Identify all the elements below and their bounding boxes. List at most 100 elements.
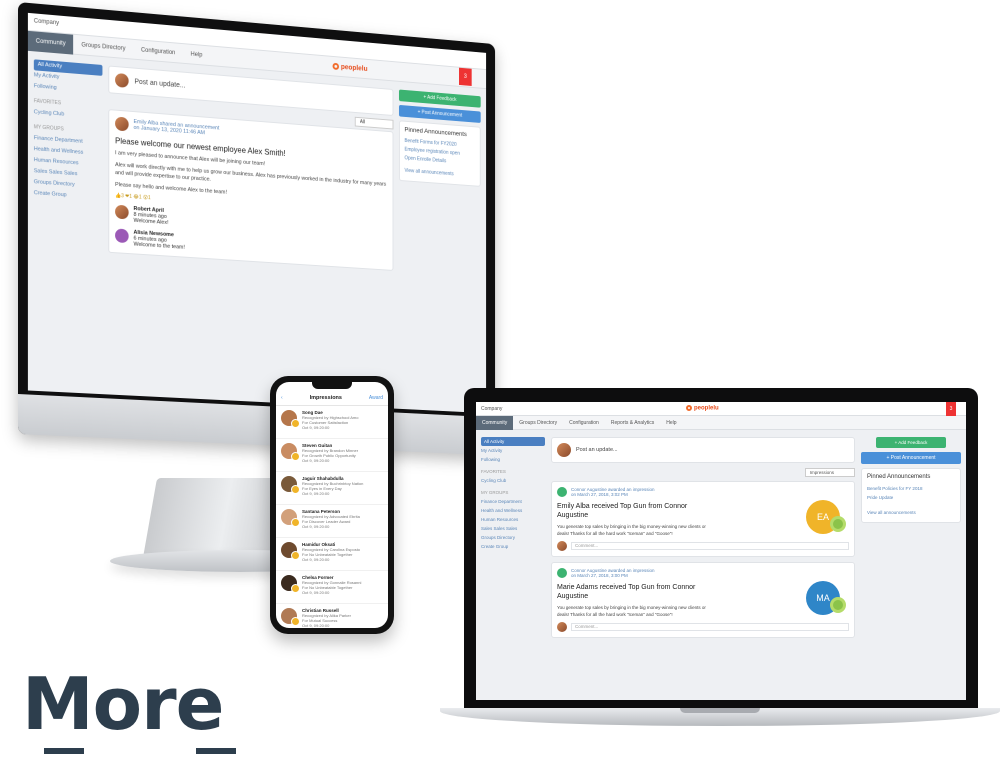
- sidebar: All Activity My Activity Following FAVOR…: [33, 59, 103, 258]
- post-update-box[interactable]: Post an update...: [551, 437, 855, 463]
- comment-text: Welcome Alex!: [133, 217, 169, 227]
- post-date: on March 27, 2018, 3:02 PM: [571, 492, 628, 497]
- comment-input[interactable]: Comment...: [571, 623, 849, 631]
- list-item[interactable]: Song Dae Recognized by Highschool Amo For …: [276, 406, 388, 439]
- favorites-header: FAVORITES: [481, 469, 506, 474]
- impression-date: Oct 9, 09:20:00: [302, 491, 330, 496]
- monitor-frame: Company 3 Community Groups Directory Con…: [18, 2, 496, 456]
- impressions-list: Song Dae Recognized by Highschool Amo For …: [276, 406, 388, 628]
- post-update-placeholder[interactable]: Post an update...: [576, 447, 618, 453]
- impression-date: Oct 9, 09:20:00: [302, 590, 330, 595]
- sidebar-item-health[interactable]: Health and Wellness: [481, 506, 545, 515]
- brand-logo-icon: [332, 62, 340, 70]
- avatar: [115, 72, 129, 88]
- tab-configuration[interactable]: Configuration: [133, 39, 183, 63]
- tab-reports[interactable]: Reports & Analytics: [605, 416, 660, 430]
- list-item[interactable]: Jaguir Shahabdulla Recognized by Buchrinb…: [276, 472, 388, 505]
- announcement-post: Emily Alba shared an announcement on Jan…: [108, 109, 394, 271]
- tab-community[interactable]: Community: [476, 415, 514, 430]
- pinned-title: Pinned Announcements: [867, 474, 931, 480]
- view-all-link[interactable]: View all announcements: [404, 167, 475, 181]
- avatar: [557, 541, 567, 551]
- list-item[interactable]: Christian Russell Recognized by Alika Par…: [276, 604, 388, 628]
- list-item[interactable]: Hamidur Oksati Recognized by Carolina Esp…: [276, 538, 388, 571]
- sidebar-item-groups-directory[interactable]: Groups Directory: [481, 533, 545, 542]
- pinned-link[interactable]: Benefit Policies for FY 2018: [867, 484, 955, 493]
- activity-feed: Post an update... Impressions Connor Aug…: [551, 437, 855, 643]
- post-title: Emily Alba received Top Gun from Connor …: [557, 503, 688, 519]
- brand-logo: peoplelu: [686, 405, 719, 412]
- tab-groups-directory[interactable]: Groups Directory: [513, 416, 563, 430]
- impression-date: Oct 9, 09:20:00: [302, 557, 330, 562]
- impression-date: Oct 9, 09:20:00: [302, 524, 330, 529]
- impression-date: Oct 9, 09:20:00: [302, 623, 330, 628]
- impression-date: Oct 9, 09:20:00: [302, 425, 330, 430]
- monitor-screen: Company 3 Community Groups Directory Con…: [27, 12, 487, 414]
- list-item[interactable]: Santana Peterson Recognized by Advocated …: [276, 505, 388, 538]
- sidebar-item-hr[interactable]: Human Resources: [481, 515, 545, 524]
- main-nav: Community Groups Directory Configuration…: [476, 415, 966, 430]
- avatar: [281, 476, 300, 494]
- post-title: Marie Adams received Top Gun from Connor…: [557, 584, 696, 600]
- tab-help[interactable]: Help: [183, 44, 210, 66]
- sidebar-item-cycling-club[interactable]: Cycling Club: [481, 476, 545, 485]
- comment-input[interactable]: Comment...: [571, 542, 849, 550]
- avatar: [281, 575, 300, 593]
- post-update-placeholder[interactable]: Post an update...: [134, 78, 185, 89]
- impression-date: Oct 9, 09:20:00: [302, 458, 330, 463]
- activity-feed: Post an update... All Emily Alba shared …: [108, 65, 394, 276]
- sidebar-item-all-activity[interactable]: All Activity: [481, 437, 545, 446]
- tab-community[interactable]: Community: [27, 30, 74, 55]
- pinned-announcements: Pinned Announcements Benefit Policies fo…: [861, 468, 961, 523]
- brand-logo-text: peoplelu: [694, 405, 719, 412]
- avatar: [281, 509, 300, 527]
- laptop-notch: [680, 708, 760, 713]
- phone-notch: [312, 382, 352, 389]
- avatar: [115, 116, 129, 132]
- notification-badge[interactable]: 3: [946, 402, 956, 416]
- post-announcement-button[interactable]: + Post Announcement: [398, 104, 481, 123]
- sidebar-item-following[interactable]: Following: [481, 455, 545, 464]
- pinned-link[interactable]: Pride Update: [867, 493, 955, 502]
- view-all-link[interactable]: View all announcements: [867, 508, 955, 517]
- impression-post: Connor Augustine awarded an impression on…: [551, 481, 855, 557]
- avatar: [281, 443, 300, 461]
- tab-configuration[interactable]: Configuration: [563, 416, 605, 430]
- sidebar-item-create-group[interactable]: Create Group: [481, 542, 545, 551]
- post-text: You generate top sales by bringing in th…: [557, 524, 706, 536]
- post-text: You generate top sales by bringing in th…: [557, 605, 706, 617]
- avatar: [557, 622, 567, 632]
- right-rail: + Add Feedback + Post Announcement Pinne…: [398, 89, 481, 283]
- brand-logo-icon: [686, 405, 692, 411]
- award-button[interactable]: Award: [369, 395, 383, 401]
- post-announcement-button[interactable]: + Post Announcement: [861, 452, 961, 464]
- phone-screen: ‹ Impressions Award Song Dae Recognized b…: [276, 382, 388, 628]
- avatar: [115, 228, 129, 244]
- post-date: on March 27, 2018, 3:00 PM: [571, 573, 628, 578]
- back-icon[interactable]: ‹: [281, 395, 283, 401]
- list-item[interactable]: Chelsa Former Recognized by Gonnalie Rosa…: [276, 571, 388, 604]
- headline: More: [22, 662, 224, 746]
- page-title: Impressions: [309, 394, 342, 401]
- feed-filter-select[interactable]: Impressions: [804, 468, 855, 477]
- laptop: Company peoplelu 3 Community Groups Dire…: [440, 388, 1000, 748]
- avatar: [115, 204, 129, 220]
- award-seal-icon: [830, 516, 846, 532]
- company-label-text: Company: [481, 406, 503, 412]
- right-rail: + Add Feedback + Post Announcement Pinne…: [861, 437, 961, 643]
- sidebar-item-my-activity[interactable]: My Activity: [481, 446, 545, 455]
- laptop-lid: Company peoplelu 3 Community Groups Dire…: [464, 388, 978, 710]
- list-item[interactable]: Steven Guitan Recognized by Brandon Minne…: [276, 439, 388, 472]
- add-feedback-button[interactable]: + Add Feedback: [876, 437, 946, 448]
- marketing-hero: Company 3 Community Groups Directory Con…: [0, 0, 1002, 757]
- tab-help[interactable]: Help: [660, 416, 682, 430]
- impression-icon: [557, 568, 567, 578]
- notification-badge[interactable]: 3: [459, 67, 472, 86]
- headline-underline-fragment: [196, 748, 236, 754]
- sidebar-item-sales[interactable]: Sales Sales Sales: [481, 524, 545, 533]
- sidebar: All Activity My Activity Following FAVOR…: [481, 437, 545, 643]
- pinned-announcements: Pinned Announcements Benefit Forms for F…: [398, 120, 481, 187]
- sidebar-item-finance[interactable]: Finance Department: [481, 497, 545, 506]
- feed-filter-select[interactable]: All: [355, 116, 394, 130]
- award-seal-icon: [830, 597, 846, 613]
